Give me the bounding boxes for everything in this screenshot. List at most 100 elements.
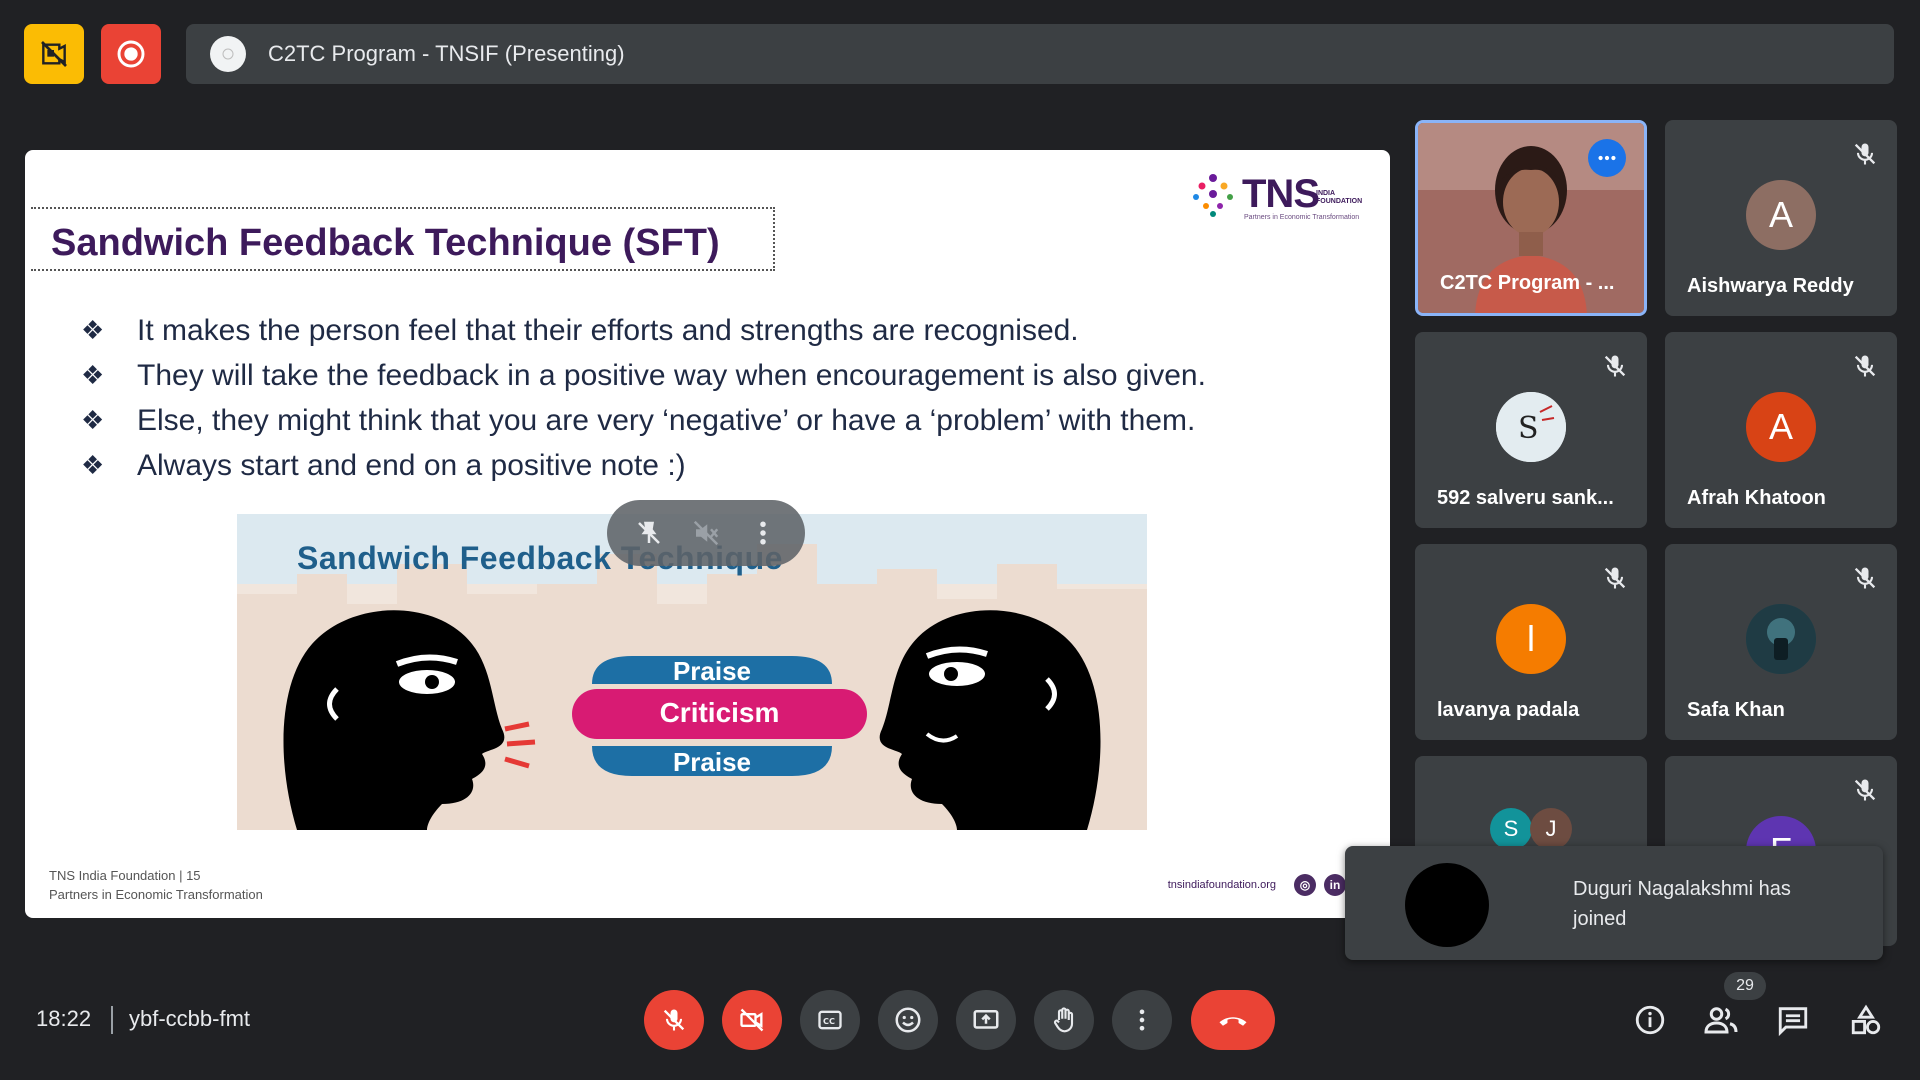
participant-tile[interactable]: A Aishwarya Reddy xyxy=(1665,120,1897,316)
avatar: J xyxy=(1530,808,1572,850)
meeting-time: 18:22 xyxy=(36,1006,92,1031)
tns-logo-tagline: Partners in Economic Transformation xyxy=(1244,214,1360,221)
mic-off-icon xyxy=(1854,567,1876,589)
bullet-marker: ❖ xyxy=(81,450,105,480)
participant-name: Afrah Khatoon xyxy=(1687,487,1826,509)
tns-logo-text: TNS xyxy=(1242,172,1320,216)
present-screen-icon xyxy=(973,1010,999,1029)
camera-toggle-button[interactable] xyxy=(722,990,782,1050)
people-icon xyxy=(1704,1007,1738,1034)
reactions-button[interactable] xyxy=(878,990,938,1050)
svg-text:CC: CC xyxy=(823,1016,835,1026)
more-vertical-icon xyxy=(1139,1009,1145,1031)
bullet-marker: ❖ xyxy=(81,405,105,435)
avatar-image xyxy=(1746,604,1816,674)
presenting-bar: C2TC Program - TNSIF (Presenting) xyxy=(186,24,1894,84)
meeting-details-button[interactable] xyxy=(1632,1002,1668,1038)
participant-tile[interactable]: S 592 salveru sank... xyxy=(1415,332,1647,528)
participant-name: Aishwarya Reddy xyxy=(1687,275,1854,297)
emoji-icon xyxy=(895,1007,921,1033)
tns-logo-subtext: INDIA FOUNDATION xyxy=(1316,190,1363,205)
avatar: S xyxy=(1490,808,1532,850)
bullet-item: ❖ Always start and end on a positive note… xyxy=(81,443,1206,488)
people-button[interactable] xyxy=(1703,1002,1739,1038)
avatar: l xyxy=(1496,604,1566,674)
activities-icon xyxy=(1851,1004,1881,1035)
slide-title: Sandwich Feedback Technique (SFT) xyxy=(51,222,720,264)
bullet-item: ❖ Else, they might think that you are ver… xyxy=(81,398,1206,443)
participant-name: lavanya padala xyxy=(1437,699,1580,721)
divider xyxy=(111,1006,113,1034)
bullet-marker: ❖ xyxy=(81,315,105,345)
footer-tagline: Partners in Economic Transformation xyxy=(49,887,263,902)
mic-off-icon xyxy=(1604,567,1626,589)
presenter-avatar xyxy=(210,36,246,72)
unpin-icon[interactable] xyxy=(634,518,664,548)
mic-off-icon xyxy=(1854,143,1876,165)
tns-logo-dots-icon xyxy=(1193,174,1233,217)
raise-hand-icon xyxy=(1053,1007,1074,1033)
bullet-text: Always start and end on a positive note … xyxy=(137,448,686,482)
chat-button[interactable] xyxy=(1775,1002,1811,1038)
closed-captions-icon: CC xyxy=(818,1010,842,1030)
more-options-button[interactable] xyxy=(1112,990,1172,1050)
participant-count-badge: 29 xyxy=(1724,972,1766,1000)
record-icon xyxy=(117,40,145,68)
chat-icon xyxy=(1778,1007,1808,1037)
mic-off-icon xyxy=(1854,355,1876,377)
slide-bullets: ❖ It makes the person feel that their eff… xyxy=(81,308,1206,488)
microphone-toggle-button[interactable] xyxy=(644,990,704,1050)
bullet-marker: ❖ xyxy=(81,360,105,390)
criticism-label: Criticism xyxy=(659,697,780,728)
meeting-code: ybf-ccbb-fmt xyxy=(129,1006,251,1031)
join-message: Duguri Nagalakshmi has joined xyxy=(1573,878,1791,930)
more-options-icon[interactable] xyxy=(748,518,778,548)
svg-text:S: S xyxy=(1518,411,1539,446)
presenting-title: C2TC Program - TNSIF (Presenting) xyxy=(268,41,625,66)
mic-off-icon xyxy=(1854,779,1876,801)
info-icon xyxy=(1635,1005,1665,1035)
slide-footer-left: TNS India Foundation | 15 Partners in Ec… xyxy=(49,866,263,904)
no-camera-button[interactable] xyxy=(24,24,84,84)
participant-name: 592 salveru sank... xyxy=(1437,487,1614,509)
mic-off-icon xyxy=(1604,355,1626,377)
no-camera-icon xyxy=(41,41,67,67)
bullet-text: They will take the feedback in a positiv… xyxy=(137,358,1206,392)
instagram-icon: ◎ xyxy=(1294,874,1316,896)
participant-tile[interactable]: Safa Khan xyxy=(1665,544,1897,740)
participant-tile-presenter[interactable]: C2TC Program - ... xyxy=(1415,120,1647,316)
participant-tile[interactable]: l lavanya padala xyxy=(1415,544,1647,740)
participant-tile[interactable]: A Afrah Khatoon xyxy=(1665,332,1897,528)
presenter-more-button[interactable] xyxy=(1588,139,1626,177)
activities-button[interactable] xyxy=(1848,1002,1884,1038)
camera-off-icon xyxy=(740,1008,764,1032)
slide-footer-right: tnsindiafoundation.org ◎ in xyxy=(1168,874,1346,896)
mic-off-icon xyxy=(663,1009,685,1031)
recording-button[interactable] xyxy=(101,24,161,84)
praise-bottom-label: Praise xyxy=(672,747,752,777)
tns-logo: TNS INDIA FOUNDATION Partners in Economi… xyxy=(1188,168,1378,222)
linkedin-icon: in xyxy=(1324,874,1346,896)
participant-name: C2TC Program - ... xyxy=(1440,272,1615,294)
more-horizontal-icon xyxy=(1598,155,1616,161)
present-screen-button[interactable] xyxy=(956,990,1016,1050)
bullet-text: It makes the person feel that their effo… xyxy=(137,313,1079,347)
join-notification: Duguri Nagalakshmi has joined xyxy=(1345,846,1883,960)
captions-button[interactable]: CC xyxy=(800,990,860,1050)
joined-user-avatar xyxy=(1405,863,1489,947)
hang-up-icon xyxy=(1219,1017,1247,1026)
leave-call-button[interactable] xyxy=(1191,990,1275,1050)
profile-picture xyxy=(1746,604,1816,674)
avatar: A xyxy=(1746,180,1816,250)
mute-presentation-icon[interactable] xyxy=(691,518,721,548)
footer-url: tnsindiafoundation.org xyxy=(1167,879,1276,891)
bullet-item: ❖ It makes the person feel that their eff… xyxy=(81,308,1206,353)
bullet-item: ❖ They will take the feedback in a positi… xyxy=(81,353,1206,398)
avatar: A xyxy=(1746,392,1816,462)
presenter-avatar-icon xyxy=(222,48,234,60)
participant-name: Safa Khan xyxy=(1687,699,1785,721)
praise-top-label: Praise xyxy=(672,656,752,686)
raise-hand-button[interactable] xyxy=(1034,990,1094,1050)
bullet-text: Else, they might think that you are very… xyxy=(137,403,1196,437)
profile-picture: S xyxy=(1496,392,1566,462)
